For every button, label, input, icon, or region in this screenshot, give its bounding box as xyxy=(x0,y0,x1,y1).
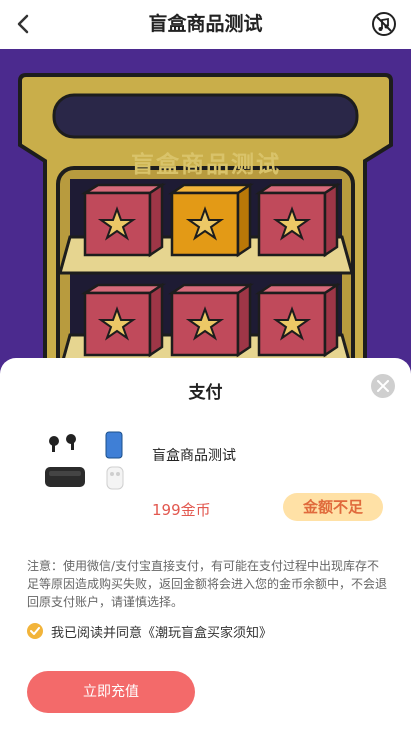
blind-box[interactable] xyxy=(254,182,342,258)
blind-box[interactable] xyxy=(80,182,167,258)
cabinet-sign: 盲盒商品测试 xyxy=(131,152,281,178)
insufficient-balance-badge: 金额不足 xyxy=(283,493,383,521)
blind-box[interactable] xyxy=(167,182,255,258)
music-off-icon xyxy=(372,12,396,36)
agreement-text[interactable]: 我已阅读并同意《潮玩盲盒买家须知》 xyxy=(51,622,272,641)
page-title: 盲盒商品测试 xyxy=(148,13,263,35)
music-toggle-button[interactable] xyxy=(371,11,397,37)
product-price: 199金币 xyxy=(152,501,211,519)
agreement-row[interactable]: 我已阅读并同意《潮玩盲盒买家须知》 xyxy=(27,622,272,641)
payment-notice: 注意：使用微信/支付宝直接支付，有可能在支付过程中出现库存不足等原因造成购买失败… xyxy=(27,559,388,609)
payment-sheet: 支付 盲盒商品测试 199金币 金额不足 注意：使用微信/支付宝直接支付，有可能… xyxy=(0,358,411,731)
blind-box[interactable] xyxy=(80,282,167,358)
blind-box-scene: 盲盒商品测试 xyxy=(0,49,411,379)
blind-box[interactable] xyxy=(167,282,255,358)
close-button[interactable] xyxy=(371,374,395,398)
sheet-title: 支付 xyxy=(188,383,223,403)
product-image xyxy=(45,431,124,490)
cabinet-illustration xyxy=(18,73,393,379)
blind-box[interactable] xyxy=(254,282,342,358)
checkbox-checked-icon[interactable] xyxy=(27,623,43,639)
top-bar: 盲盒商品测试 xyxy=(0,0,411,49)
product-name: 盲盒商品测试 xyxy=(152,448,236,464)
recharge-button[interactable]: 立即充值 xyxy=(27,671,195,713)
close-icon xyxy=(377,380,389,392)
